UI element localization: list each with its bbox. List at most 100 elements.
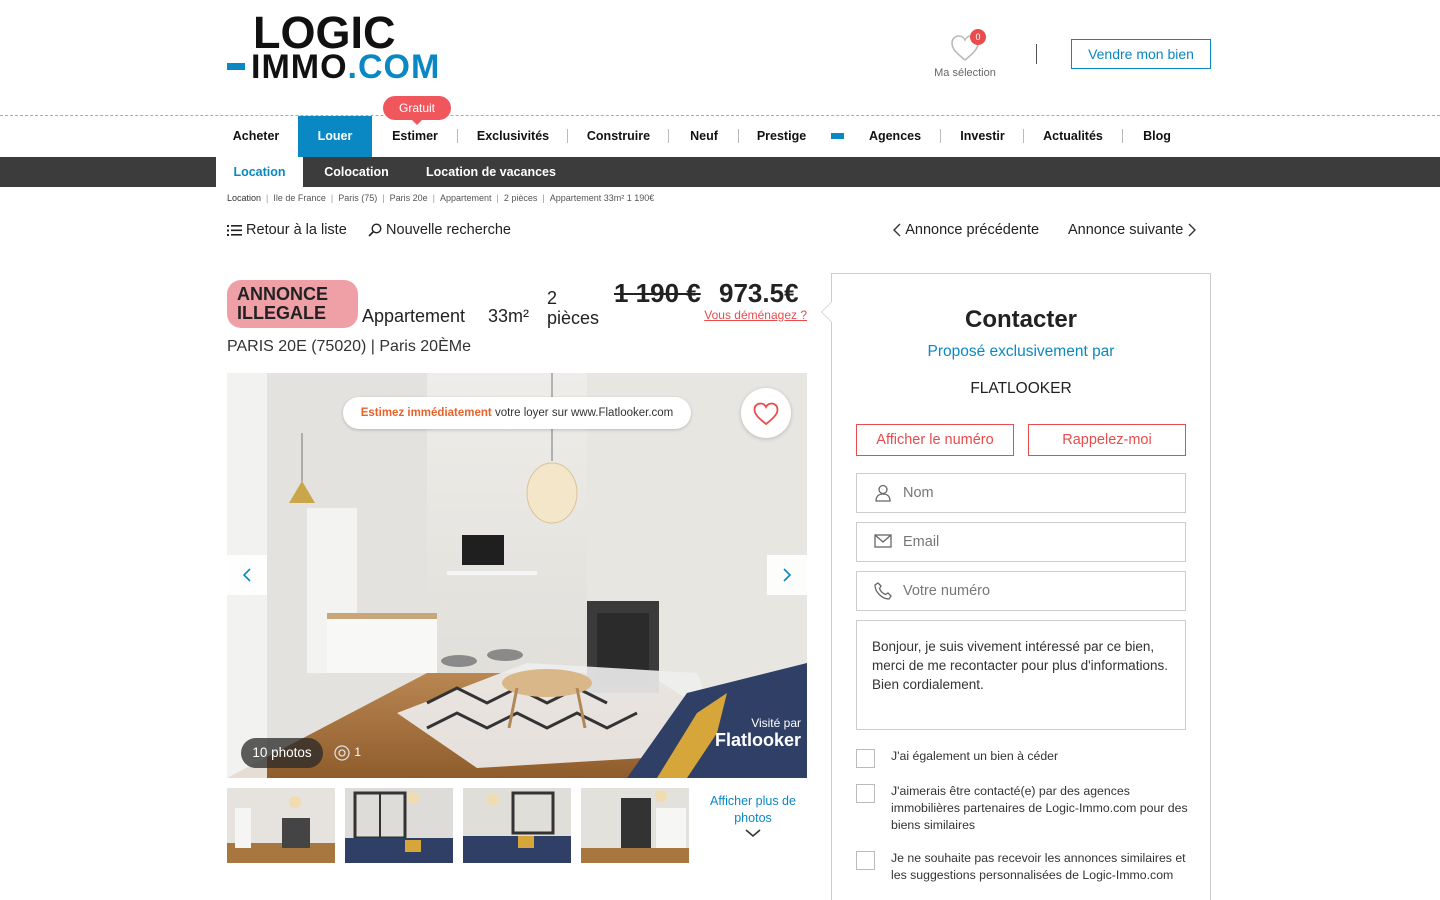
old-price: 1 190 € <box>614 278 701 308</box>
checkbox-no-suggestions[interactable] <box>856 851 875 870</box>
visited-by-badge: Visité par Flatlooker <box>714 716 801 750</box>
previous-listing-label: Annonce précédente <box>905 222 1040 238</box>
breadcrumb-item[interactable]: Ile de France <box>273 193 326 203</box>
nav-neuf[interactable]: Neuf <box>673 116 735 157</box>
nav-louer[interactable]: Louer <box>298 116 372 157</box>
nav-actualites[interactable]: Actualités <box>1028 116 1118 157</box>
photo-thumbnail[interactable] <box>345 788 453 863</box>
nav-exclusivites[interactable]: Exclusivités <box>462 116 564 157</box>
selection-count-badge: 0 <box>970 29 986 45</box>
photo-thumbnail[interactable] <box>581 788 689 863</box>
nav-separator <box>738 129 739 143</box>
checkbox-label: J'ai également un bien à céder <box>891 749 1059 763</box>
chevron-right-icon <box>1188 223 1197 237</box>
thumbnail-image <box>463 788 571 863</box>
thumbnail-image <box>345 788 453 863</box>
breadcrumb-item[interactable]: Location <box>227 193 261 203</box>
site-header: LOGIC IMMO.COM 0 Ma sélection Vendre mon… <box>0 0 1440 116</box>
main-photo[interactable]: Estimez immédiatement votre loyer sur ww… <box>227 373 807 778</box>
previous-photo-button[interactable] <box>227 555 267 595</box>
nav-separator <box>668 129 669 143</box>
contact-title: Contacter <box>964 306 1078 333</box>
subnav-colocation[interactable]: Colocation <box>310 157 403 187</box>
email-field[interactable]: Email <box>856 522 1186 562</box>
photo-thumbnail[interactable] <box>463 788 571 863</box>
name-placeholder: Nom <box>903 485 934 501</box>
breadcrumb-item[interactable]: Appartement <box>440 193 492 203</box>
nav-prestige[interactable]: Prestige <box>743 116 820 157</box>
visit-count: 1 <box>333 745 361 761</box>
list-icon <box>227 224 242 236</box>
heart-icon <box>753 402 779 426</box>
header-divider <box>1036 44 1037 64</box>
phone-field[interactable]: Votre numéro <box>856 571 1186 611</box>
search-icon <box>368 223 382 237</box>
nav-blue-marker <box>831 133 844 139</box>
nav-agences[interactable]: Agences <box>857 116 933 157</box>
envelope-icon <box>874 534 892 548</box>
photo-count[interactable]: 10 photos <box>241 738 323 768</box>
chevron-down-icon[interactable] <box>745 828 761 838</box>
breadcrumb-item[interactable]: Paris 20e <box>390 193 428 203</box>
next-photo-button[interactable] <box>767 555 807 595</box>
back-to-list-label: Retour à la liste <box>246 222 347 238</box>
breadcrumb-item: Appartement 33m² 1 190€ <box>549 193 655 203</box>
subnav-location-vacances[interactable]: Location de vacances <box>412 157 570 187</box>
chevron-left-icon <box>242 568 251 582</box>
nav-estimer[interactable]: Estimer <box>378 116 452 157</box>
name-field[interactable]: Nom <box>856 473 1186 513</box>
photo-thumbnail[interactable] <box>227 788 335 863</box>
selection-label: Ma sélection <box>934 67 996 79</box>
nav-acheter[interactable]: Acheter <box>216 116 296 157</box>
nav-investir[interactable]: Investir <box>945 116 1020 157</box>
breadcrumb-item[interactable]: 2 pièces <box>504 193 538 203</box>
main-nav: Acheter Louer Estimer Exclusivités Const… <box>0 116 1440 157</box>
call-me-button[interactable]: Rappelez-moi <box>1028 424 1186 456</box>
nav-construire[interactable]: Construire <box>572 116 665 157</box>
logo-immo: IMMO.COM <box>251 48 441 86</box>
nav-separator <box>457 129 458 143</box>
nav-separator <box>940 129 941 143</box>
breadcrumb-item[interactable]: Paris (75) <box>338 193 377 203</box>
sub-nav: Location Colocation Location de vacances <box>0 157 1440 187</box>
checkbox-partner-agencies[interactable] <box>856 784 875 803</box>
nav-blog[interactable]: Blog <box>1127 116 1187 157</box>
show-number-button[interactable]: Afficher le numéro <box>856 424 1014 456</box>
rooms-number: 2 <box>547 288 558 308</box>
new-price: 973.5€ <box>719 278 799 308</box>
checkbox-label: J'aimerais être contacté(e) par des agen… <box>891 784 1188 832</box>
nav-separator <box>1023 129 1024 143</box>
new-search-link[interactable]: Nouvelle recherche <box>368 222 511 238</box>
estimate-rent-banner[interactable]: Estimez immédiatement votre loyer sur ww… <box>343 397 691 429</box>
rooms-label: pièces <box>547 308 600 328</box>
illegal-listing-flag: ANNONCE ILLEGALE <box>227 280 358 328</box>
contact-subtitle: Proposé exclusivement par <box>927 343 1115 360</box>
subnav-location[interactable]: Location <box>216 157 303 187</box>
checkbox-own-property[interactable] <box>856 749 875 768</box>
contact-panel: Contacter Proposé exclusivement par FLAT… <box>821 273 1211 900</box>
email-placeholder: Email <box>903 534 940 550</box>
my-selection[interactable]: 0 Ma sélection <box>925 29 1005 82</box>
checkbox-label: Je ne souhaite pas recevoir les annonces… <box>891 851 1186 882</box>
chevron-right-icon <box>783 568 792 582</box>
property-rooms: 2 pièces <box>547 288 599 328</box>
next-listing-link[interactable]: Annonce suivante <box>1068 222 1197 238</box>
favorite-button[interactable] <box>741 388 791 438</box>
moving-link[interactable]: Vous déménagez ? <box>700 308 807 322</box>
previous-listing-link[interactable]: Annonce précédente <box>892 222 1039 238</box>
back-to-list-link[interactable]: Retour à la liste <box>227 222 347 238</box>
property-surface: 33m² <box>488 306 530 326</box>
show-more-photos-link[interactable]: Afficher plus de photos <box>703 793 803 827</box>
new-search-label: Nouvelle recherche <box>386 222 511 238</box>
visit-icon <box>334 745 350 761</box>
chevron-left-icon <box>893 223 901 237</box>
breadcrumb: Location | Ile de France | Paris (75) | Paris … <box>227 193 655 203</box>
message-textarea[interactable]: Bonjour, je suis vivement intéressé par … <box>856 620 1186 730</box>
property-location: PARIS 20E (75020) | Paris 20ÈMe <box>227 338 471 355</box>
site-logo[interactable]: LOGIC IMMO.COM <box>227 10 442 86</box>
property-type: Appartement <box>362 306 466 326</box>
nav-separator <box>1122 129 1123 143</box>
sell-property-button[interactable]: Vendre mon bien <box>1071 39 1211 69</box>
nav-separator <box>567 129 568 143</box>
agency-name: FLATLOOKER <box>970 380 1072 397</box>
